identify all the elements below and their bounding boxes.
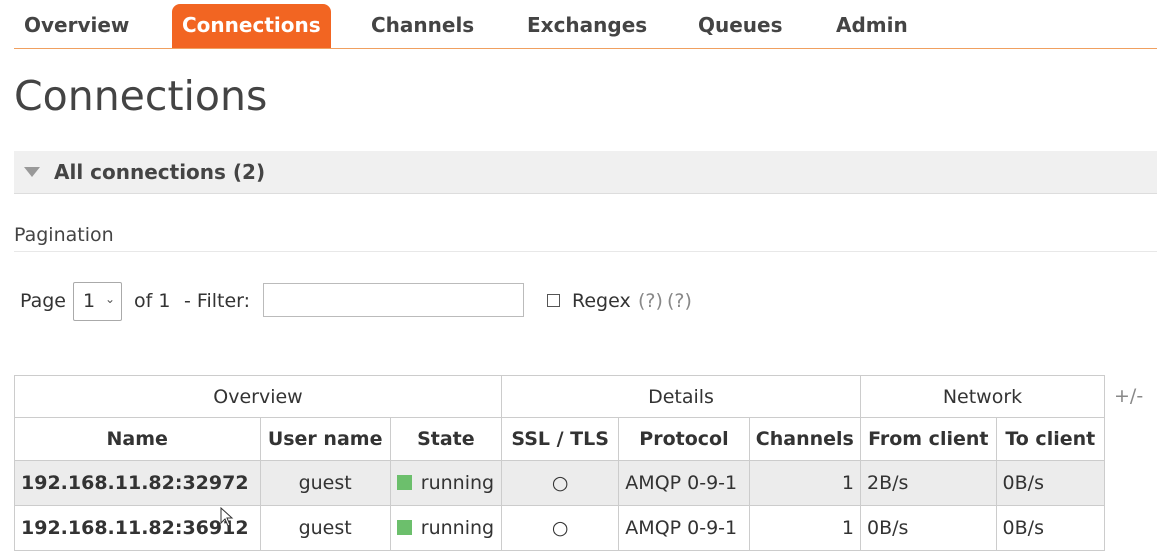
page-of-label: of 1 xyxy=(134,290,171,312)
cell-from-client: 2B/s xyxy=(860,460,997,506)
cell-user: guest xyxy=(259,460,391,506)
group-header-details: Details xyxy=(501,375,861,418)
section-title: All connections (2) xyxy=(54,160,266,184)
tab-admin[interactable]: Admin xyxy=(836,4,908,47)
column-header-protocol[interactable]: Protocol xyxy=(618,417,750,461)
regex-help-link[interactable]: (?) xyxy=(638,290,663,312)
all-connections-toggle[interactable]: All connections (2) xyxy=(14,151,1157,194)
state-label: running xyxy=(420,517,495,539)
mouse-pointer-icon xyxy=(220,507,234,527)
cell-channels: 1 xyxy=(748,505,862,551)
pagination-label: Pagination xyxy=(14,224,114,246)
column-header-user-name[interactable]: User name xyxy=(259,417,391,461)
running-status-icon xyxy=(396,475,412,490)
regex-help-link-2[interactable]: (?) xyxy=(667,290,692,312)
regex-checkbox[interactable] xyxy=(547,294,560,307)
page-label: Page xyxy=(20,290,66,312)
table-row: 192.168.11.82:36912 guest running ○ AMQP… xyxy=(14,505,1106,551)
tab-channels[interactable]: Channels xyxy=(371,4,474,47)
column-header-from-client[interactable]: From client xyxy=(860,417,997,461)
cell-ssl: ○ xyxy=(500,460,620,506)
cell-state: running xyxy=(389,505,503,551)
tab-overview[interactable]: Overview xyxy=(24,4,129,47)
cell-user: guest xyxy=(259,505,391,551)
cell-protocol: AMQP 0-9-1 xyxy=(618,505,750,551)
top-nav: Overview Connections Channels Exchanges … xyxy=(14,0,1157,49)
state-label: running xyxy=(420,472,495,494)
cell-channels: 1 xyxy=(748,460,862,506)
running-status-icon xyxy=(396,520,412,535)
column-toggle-button[interactable]: +/- xyxy=(1114,385,1143,407)
connections-table: Overview Details Network Name User name … xyxy=(14,375,1106,551)
cell-to-client: 0B/s xyxy=(995,505,1106,551)
tab-connections[interactable]: Connections xyxy=(172,4,331,48)
connection-name-link[interactable]: 192.168.11.82:32972 xyxy=(14,460,261,506)
regex-label: Regex xyxy=(572,290,631,312)
page-select[interactable]: 1 ⌄ xyxy=(73,282,122,321)
triangle-down-icon xyxy=(24,167,40,177)
column-header-to-client[interactable]: To client xyxy=(995,417,1106,461)
column-header-channels[interactable]: Channels xyxy=(748,417,862,461)
tab-exchanges[interactable]: Exchanges xyxy=(527,4,647,47)
cell-ssl: ○ xyxy=(500,505,620,551)
filter-input[interactable] xyxy=(263,283,524,317)
column-header-name[interactable]: Name xyxy=(14,417,261,461)
chevron-down-icon: ⌄ xyxy=(104,292,115,306)
cell-state: running xyxy=(389,460,503,506)
page-title: Connections xyxy=(14,72,268,120)
cell-protocol: AMQP 0-9-1 xyxy=(618,460,750,506)
divider xyxy=(14,251,1157,252)
column-header-state[interactable]: State xyxy=(389,417,503,461)
column-header-ssl-tls[interactable]: SSL / TLS xyxy=(500,417,620,461)
cell-to-client: 0B/s xyxy=(995,460,1106,506)
table-row: 192.168.11.82:32972 guest running ○ AMQP… xyxy=(14,460,1106,506)
filter-label: - Filter: xyxy=(184,290,251,312)
group-header-overview: Overview xyxy=(14,375,502,418)
tab-queues[interactable]: Queues xyxy=(698,4,783,47)
cell-from-client: 0B/s xyxy=(860,505,997,551)
page-select-value: 1 xyxy=(83,290,96,312)
group-header-network: Network xyxy=(860,375,1105,418)
